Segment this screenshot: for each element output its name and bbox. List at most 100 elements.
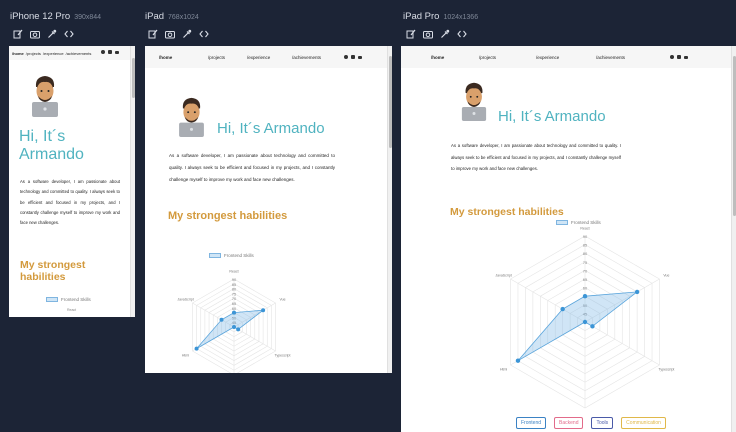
nav-home[interactable]: /home — [431, 55, 479, 60]
eyedropper-icon[interactable] — [47, 29, 57, 39]
scrollbar[interactable] — [387, 46, 392, 373]
edit-icon[interactable] — [148, 29, 158, 39]
device-header-ipad: iPad 768x1024 — [145, 11, 199, 22]
github-icon[interactable] — [101, 50, 105, 54]
legend-label: Frontend Skills — [571, 220, 601, 225]
site-nav: /home /projects /experience /achievement… — [9, 46, 130, 60]
section-title: My strongest habilities — [168, 210, 288, 222]
radar-tick-label: 65 — [583, 277, 588, 282]
github-icon[interactable] — [670, 55, 674, 59]
device-size: 390x844 — [74, 14, 102, 21]
avatar — [459, 80, 489, 121]
hero-title: Hi, It´s Armando — [19, 128, 84, 163]
chart-legend[interactable]: Frontend Skills — [556, 220, 601, 225]
nav-achievements[interactable]: /achievements — [66, 51, 92, 56]
intro-paragraph: As a software developer, I am passionate… — [169, 153, 335, 182]
radar-axis-label: Html — [182, 354, 189, 358]
device-size: 1024x1366 — [443, 14, 479, 21]
radar-point[interactable] — [232, 325, 236, 329]
radar-point[interactable] — [194, 346, 199, 351]
device-toolbar-ipad-pro — [406, 29, 467, 39]
linkedin-icon[interactable] — [677, 55, 681, 59]
nav-projects[interactable]: /projects — [208, 55, 247, 60]
radar-point[interactable] — [515, 358, 521, 363]
device-header-ipad-pro: iPad Pro 1024x1366 — [403, 11, 478, 22]
avatar — [29, 73, 61, 117]
radar-svg: ReactVueTypescriptAngularHtmlJavaScript9… — [177, 270, 291, 373]
skill-tabs: Frontend Backend Tools Communication — [516, 417, 666, 429]
mail-icon[interactable] — [684, 55, 688, 59]
radar-axis-label: Vue — [279, 298, 285, 302]
radar-axis-label: Html — [500, 368, 507, 372]
device-size: 768x1024 — [168, 14, 199, 21]
radar-point[interactable] — [560, 306, 565, 312]
code-icon[interactable] — [199, 29, 209, 39]
camera-icon[interactable] — [165, 29, 175, 39]
tab-frontend[interactable]: Frontend — [516, 417, 547, 429]
device-toolbar-iphone — [13, 29, 74, 39]
radar-axis-label: Typescript — [658, 368, 674, 372]
hero-title: Hi, It´s Armando — [217, 120, 325, 137]
nav-achievements[interactable]: /achievements — [292, 55, 321, 60]
legend-label: Frontend Skills — [61, 297, 91, 302]
radar-point[interactable] — [634, 289, 640, 295]
axis-label-react: React — [67, 308, 77, 312]
radar-axis-label: Typescript — [275, 354, 291, 358]
tab-communication[interactable]: Communication — [621, 417, 666, 429]
device-name: iPad Pro — [403, 11, 440, 22]
ipad-pro-viewport[interactable]: /home /projects /experience /achievement… — [401, 46, 736, 432]
mail-icon[interactable] — [115, 50, 119, 54]
edit-icon[interactable] — [406, 29, 416, 39]
intro-paragraph: As a software developer, I am passionate… — [451, 143, 621, 171]
mail-icon[interactable] — [358, 55, 362, 59]
radar-axis-label: Angular — [579, 415, 592, 416]
linkedin-icon[interactable] — [108, 50, 112, 54]
nav-projects[interactable]: /projects — [479, 55, 536, 60]
chart-legend[interactable]: Frontend Skills — [46, 297, 91, 302]
nav-achievements[interactable]: /achievements — [596, 55, 625, 60]
radar-svg: ReactVueTypescriptAngularHtmlJavaScript9… — [495, 227, 674, 416]
scrollbar[interactable] — [731, 46, 736, 432]
code-icon[interactable] — [64, 29, 74, 39]
hero-title: Hi, It´s Armando — [498, 108, 606, 125]
radar-point[interactable] — [590, 324, 595, 329]
nav-experience[interactable]: /experience — [536, 55, 596, 60]
edit-icon[interactable] — [13, 29, 23, 39]
section-title: My strongest habilities — [450, 206, 564, 218]
nav-experience[interactable]: /experience — [247, 55, 292, 60]
tab-tools[interactable]: Tools — [591, 417, 614, 429]
radar-point[interactable] — [219, 317, 224, 322]
radar-tick-label: 75 — [583, 260, 588, 265]
site-nav: /home /projects /experience /achievement… — [401, 46, 731, 68]
radar-axis-label: Vue — [663, 274, 669, 278]
radar-point[interactable] — [261, 308, 266, 313]
nav-experience[interactable]: /experience — [43, 51, 64, 56]
radar-tick-label: 80 — [583, 251, 588, 256]
tab-backend[interactable]: Backend — [554, 417, 584, 429]
radar-tick-label: 70 — [583, 268, 588, 273]
scrollbar[interactable] — [130, 46, 135, 317]
eyedropper-icon[interactable] — [440, 29, 450, 39]
nav-projects[interactable]: /projects — [26, 51, 41, 56]
radar-point[interactable] — [582, 319, 588, 325]
ipad-viewport[interactable]: /home /projects /experience /achievement… — [145, 46, 392, 373]
radar-point[interactable] — [232, 310, 236, 315]
device-name: iPhone 12 Pro — [10, 11, 71, 22]
radar-chart: React Vue Typescript Angular Html JavaScript 9… — [485, 227, 685, 415]
code-icon[interactable] — [457, 29, 467, 39]
linkedin-icon[interactable] — [351, 55, 355, 59]
radar-point[interactable] — [236, 327, 241, 332]
legend-swatch — [46, 297, 58, 302]
eyedropper-icon[interactable] — [182, 29, 192, 39]
github-icon[interactable] — [344, 55, 348, 59]
avatar — [176, 95, 207, 137]
radar-tick-label: 85 — [583, 243, 588, 248]
radar-axis-label: React — [580, 227, 589, 231]
camera-icon[interactable] — [30, 29, 40, 39]
radar-tick-label: 90 — [583, 234, 588, 239]
nav-home[interactable]: /home — [159, 55, 208, 60]
radar-point[interactable] — [582, 294, 588, 299]
camera-icon[interactable] — [423, 29, 433, 39]
iphone-viewport[interactable]: /home /projects /experience /achievement… — [9, 46, 135, 317]
nav-home[interactable]: /home — [12, 51, 24, 56]
